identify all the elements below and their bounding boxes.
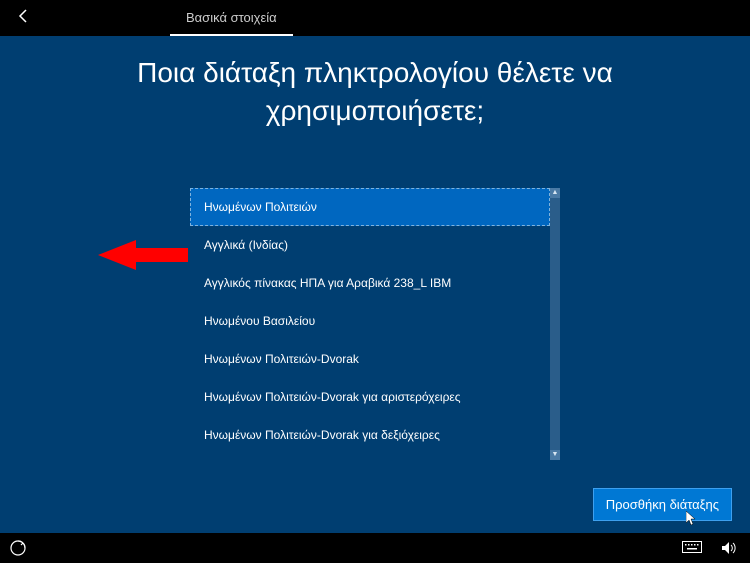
bottom-bar — [0, 533, 750, 563]
scrollbar[interactable]: ▲ ▼ — [550, 188, 560, 460]
list-item-label: Ηνωμένων Πολιτειών-Dvorak για δεξιόχειρε… — [204, 428, 440, 442]
page-title: Ποια διάταξη πληκτρολογίου θέλετε να χρη… — [55, 54, 695, 130]
list-item[interactable]: Ηνωμένων Πολιτειών-Dvorak για αριστερόχε… — [190, 378, 550, 416]
main-content: Ποια διάταξη πληκτρολογίου θέλετε να χρη… — [0, 36, 750, 533]
scroll-up-icon[interactable]: ▲ — [550, 188, 560, 198]
list-item[interactable]: Ηνωμένων Πολιτειών — [190, 188, 550, 226]
back-button[interactable] — [8, 4, 40, 33]
volume-icon[interactable] — [720, 540, 736, 556]
list-item-label: Αγγλικός πίνακας ΗΠΑ για Αραβικά 238_L I… — [204, 276, 451, 290]
list-item-label: Ηνωμένων Πολιτειών-Dvorak για αριστερόχε… — [204, 390, 461, 404]
ease-of-access-icon[interactable] — [10, 540, 26, 556]
list-item[interactable]: Ηνωμένων Πολιτειών-Dvorak — [190, 340, 550, 378]
scroll-down-icon[interactable]: ▼ — [550, 450, 560, 460]
list-item-label: Ηνωμένων Πολιτειών — [204, 200, 317, 214]
tab-basics[interactable]: Βασικά στοιχεία — [170, 0, 293, 36]
list-item-label: Αγγλικά (Ινδίας) — [204, 238, 288, 252]
tab-label: Βασικά στοιχεία — [186, 10, 277, 25]
keyboard-layout-list: Ηνωμένων Πολιτειών Αγγλικά (Ινδίας) Αγγλικ… — [190, 188, 560, 460]
annotation-arrow-icon — [98, 238, 188, 277]
list-item[interactable]: Ηνωμένων Πολιτειών-Dvorak για δεξιόχειρε… — [190, 416, 550, 454]
keyboard-icon[interactable] — [682, 541, 702, 555]
list-item[interactable]: Αγγλικά (Ινδίας) — [190, 226, 550, 264]
list-item[interactable]: Ηνωμένου Βασιλείου — [190, 302, 550, 340]
add-layout-label: Προσθήκη διάταξης — [606, 497, 719, 512]
add-layout-button[interactable]: Προσθήκη διάταξης — [593, 488, 732, 521]
list-item-label: Ηνωμένου Βασιλείου — [204, 314, 315, 328]
list-item[interactable]: Αγγλικός πίνακας ΗΠΑ για Αραβικά 238_L I… — [190, 264, 550, 302]
list-item-label: Ηνωμένων Πολιτειών-Dvorak — [204, 352, 359, 366]
